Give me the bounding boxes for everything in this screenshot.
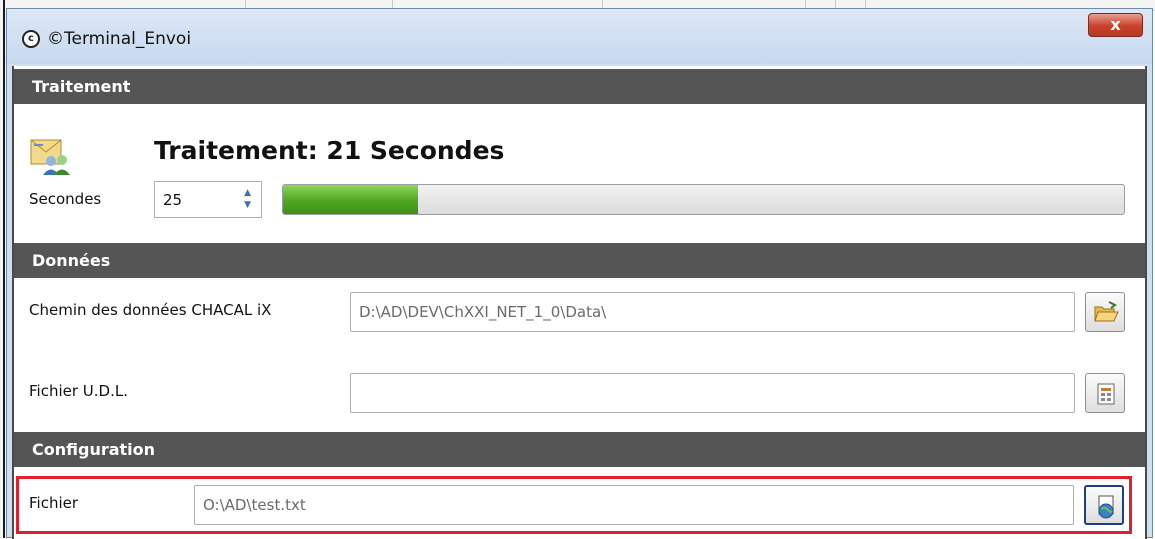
contacts-envelope-icon [30,139,70,175]
data-path-input[interactable]: D:\AD\DEV\ChXXI_NET_1_0\Data\ [350,292,1075,332]
open-folder-icon [1094,301,1119,322]
close-button[interactable]: x [1088,13,1143,37]
section-header-donnees: Données [14,243,1145,278]
dialog-window: c ©Terminal_Envoi x Traitement Traitemen… [6,8,1153,539]
udl-file-label: Fichier U.D.L. [29,382,128,400]
title-bar[interactable]: c ©Terminal_Envoi x [7,9,1152,64]
config-file-label: Fichier [29,494,79,512]
progress-fill [283,185,418,214]
udl-file-input[interactable] [350,373,1075,413]
data-path-label: Chemin des données CHACAL iX [29,301,272,319]
browse-udl-button[interactable] [1085,373,1125,413]
browse-config-file-button[interactable] [1084,485,1124,525]
chevron-up-icon[interactable]: ▲ [244,188,251,198]
globe-document-icon [1098,495,1114,519]
section-header-configuration: Configuration [14,432,1145,467]
chevron-down-icon[interactable]: ▼ [244,200,251,210]
data-table-icon [1097,383,1115,405]
seconds-spinbox[interactable]: 25 ▲ ▼ [154,181,262,218]
copyright-icon: c [22,30,40,48]
processing-status-title: Traitement: 21 Secondes [154,136,505,165]
window-title: ©Terminal_Envoi [47,29,192,49]
content-panel: Traitement Traitement: 21 Secondes Secon… [12,66,1147,539]
browse-path-button[interactable] [1085,292,1125,332]
processing-progress-bar [282,184,1125,215]
seconds-value[interactable]: 25 [163,191,182,209]
seconds-label: Secondes [29,190,102,208]
section-header-traitement: Traitement [14,69,1145,104]
config-file-input[interactable]: O:\AD\test.txt [194,485,1074,525]
